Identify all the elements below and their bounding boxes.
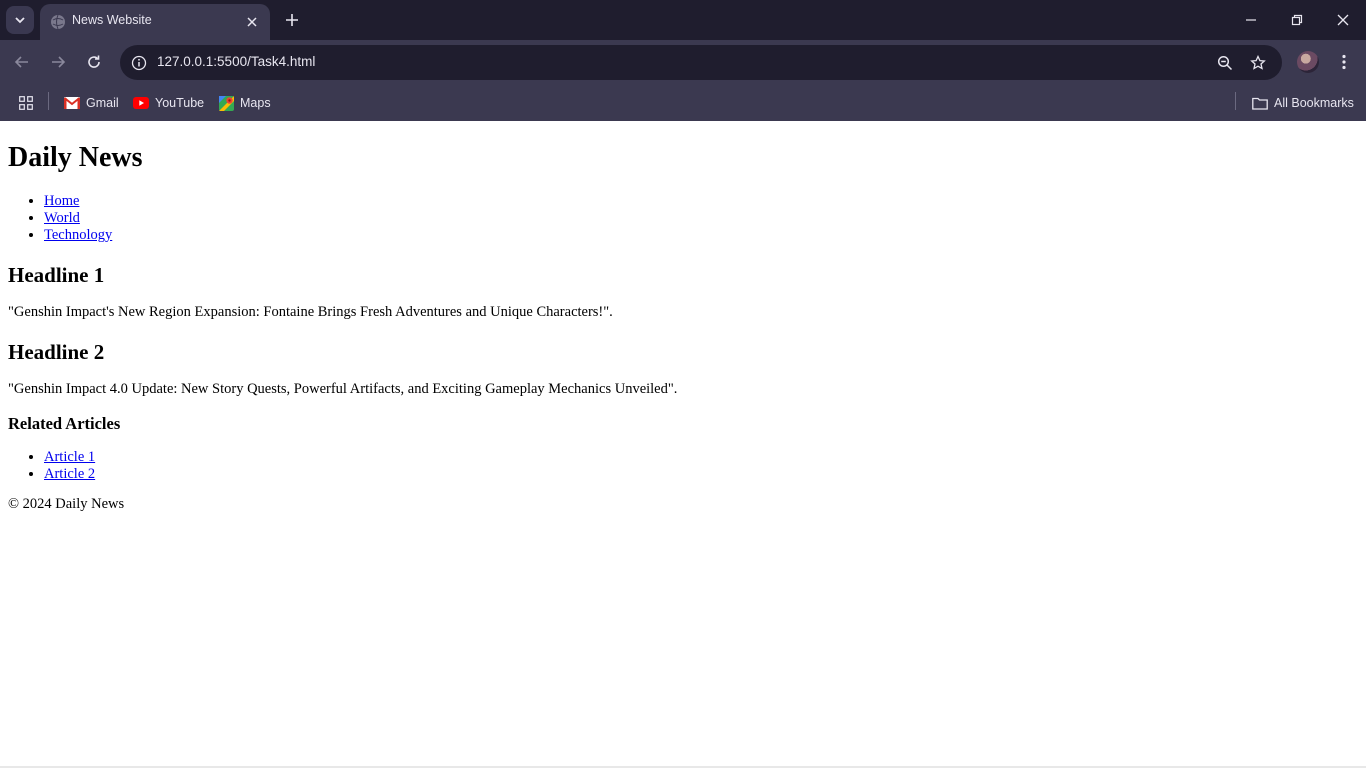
related-heading: Related Articles: [8, 414, 121, 433]
bookmark-gmail[interactable]: Gmail: [64, 91, 119, 115]
site-title: Daily News: [8, 142, 143, 173]
nav-link-technology[interactable]: Technology: [44, 227, 112, 243]
browser-menu-button[interactable]: [1332, 50, 1356, 74]
plus-icon: [286, 14, 298, 26]
main-nav: Home World Technology: [8, 193, 1358, 244]
bookmark-youtube[interactable]: YouTube: [133, 91, 204, 115]
related-link-article-1[interactable]: Article 1: [44, 449, 95, 465]
bookmarks-divider: [48, 92, 49, 110]
apps-grid-icon[interactable]: [16, 93, 36, 113]
tab-search-button[interactable]: [6, 6, 34, 34]
restore-button[interactable]: [1274, 0, 1320, 40]
nav-link-world[interactable]: World: [44, 210, 80, 226]
bookmark-maps[interactable]: Maps: [218, 91, 271, 115]
article-summary: "Genshin Impact's New Region Expansion: …: [8, 304, 613, 320]
bookmark-star-icon[interactable]: [1247, 52, 1269, 74]
more-vertical-icon: [1342, 54, 1346, 70]
tab-title: News Website: [72, 13, 152, 27]
article-summary: "Genshin Impact 4.0 Update: New Story Qu…: [8, 381, 678, 397]
all-bookmarks-button[interactable]: All Bookmarks: [1252, 91, 1354, 115]
all-bookmarks-label: All Bookmarks: [1274, 96, 1354, 110]
reload-button[interactable]: [80, 48, 108, 76]
site-footer: © 2024 Daily News: [8, 496, 1358, 513]
youtube-icon: [133, 95, 149, 111]
arrow-left-icon: [14, 56, 28, 68]
related-item: Article 2: [44, 466, 1358, 483]
related-link-article-2[interactable]: Article 2: [44, 466, 95, 482]
tab-strip: News Website: [0, 0, 1366, 40]
article-2: Headline 2 "Genshin Impact 4.0 Update: N…: [8, 340, 1358, 398]
back-button[interactable]: [8, 48, 36, 76]
forward-button[interactable]: [44, 48, 72, 76]
site-header: Daily News Home World Technology: [8, 142, 1358, 244]
restore-icon: [1291, 14, 1303, 26]
close-window-button[interactable]: [1320, 0, 1366, 40]
article-headline: Headline 1: [8, 263, 105, 287]
bookmarks-divider: [1235, 92, 1236, 110]
nav-item-home: Home: [44, 193, 1358, 210]
related-articles: Related Articles Article 1 Article 2: [8, 414, 1358, 483]
zoom-icon[interactable]: [1214, 52, 1236, 74]
nav-item-world: World: [44, 210, 1358, 227]
gmail-icon: [64, 95, 80, 111]
browser-toolbar: 127.0.0.1:5500/Task4.html: [0, 40, 1366, 85]
chevron-down-icon: [15, 17, 25, 24]
related-item: Article 1: [44, 449, 1358, 466]
profile-avatar[interactable]: [1297, 51, 1319, 73]
folder-icon: [1252, 95, 1268, 111]
nav-link-home[interactable]: Home: [44, 193, 79, 209]
main-content: Headline 1 "Genshin Impact's New Region …: [8, 263, 1358, 398]
minimize-button[interactable]: [1228, 0, 1274, 40]
new-tab-button[interactable]: [280, 8, 304, 32]
close-icon: [1337, 14, 1349, 26]
bookmarks-bar: Gmail YouTube Maps All Bookmarks: [0, 85, 1366, 121]
url-text: 127.0.0.1:5500/Task4.html: [157, 54, 316, 69]
address-bar[interactable]: 127.0.0.1:5500/Task4.html: [120, 45, 1282, 80]
site-info-icon[interactable]: [128, 52, 150, 74]
globe-icon: [50, 14, 66, 30]
arrow-right-icon: [52, 56, 66, 68]
browser-tab[interactable]: News Website: [40, 4, 270, 40]
maps-icon: [218, 95, 234, 111]
article-1: Headline 1 "Genshin Impact's New Region …: [8, 263, 1358, 321]
article-headline: Headline 2: [8, 340, 105, 364]
close-tab-icon[interactable]: [242, 12, 262, 32]
page-content: Daily News Home World Technology Headlin…: [0, 121, 1366, 768]
bookmark-label: Gmail: [86, 96, 119, 110]
reload-icon: [88, 55, 100, 68]
bookmark-label: Maps: [240, 96, 271, 110]
footer-copyright: © 2024 Daily News: [8, 496, 125, 512]
minimize-icon: [1246, 19, 1256, 21]
nav-item-technology: Technology: [44, 227, 1358, 244]
bookmark-label: YouTube: [155, 96, 205, 110]
